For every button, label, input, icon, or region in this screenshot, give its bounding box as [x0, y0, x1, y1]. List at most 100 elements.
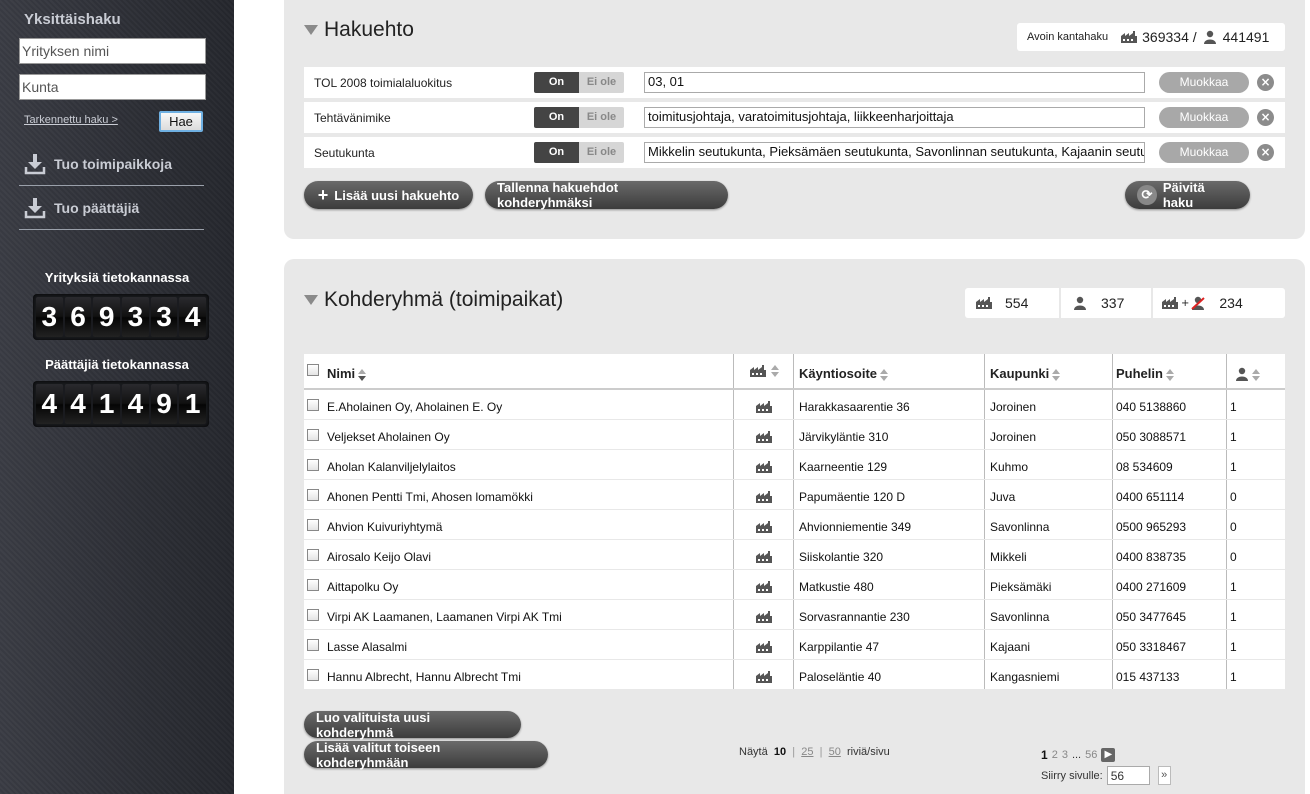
company-name[interactable]: Aittapolku Oy	[327, 580, 398, 594]
company-name[interactable]: Hannu Albrecht, Hannu Albrecht Tmi	[327, 670, 521, 684]
import-locations-button[interactable]: Tuo toimipaikkoja	[19, 142, 204, 186]
criteria-value-field[interactable]: 03, 01	[644, 72, 1145, 93]
company-name[interactable]: Lasse Alasalmi	[327, 640, 407, 654]
table-row[interactable]: Veljekset Aholainen Oy Järvikyläntie 310 J…	[304, 420, 1285, 450]
target-stats: 554 337 + 234	[965, 288, 1285, 318]
company-name[interactable]: Veljekset Aholainen Oy	[327, 430, 450, 444]
page-size-option[interactable]: 10	[774, 746, 786, 758]
row-checkbox[interactable]	[307, 609, 319, 621]
city-column-header[interactable]: Kaupunki	[985, 354, 1113, 388]
pagination: 1 2 3 ... 56 ▶	[1041, 748, 1116, 762]
address-cell: Kaarneentie 129	[794, 450, 985, 479]
table-row[interactable]: Ahonen Pentti Tmi, Ahosen lomamökki Papum…	[304, 480, 1285, 510]
row-checkbox[interactable]	[307, 639, 319, 651]
goto-page-input[interactable]: 56	[1106, 766, 1150, 785]
city-cell: Savonlinna	[985, 510, 1113, 539]
remove-icon[interactable]: ×	[1257, 74, 1274, 91]
toggle-on[interactable]: On	[534, 72, 579, 93]
company-name[interactable]: Airosalo Keijo Olavi	[327, 550, 431, 564]
factory-icon	[755, 460, 772, 473]
sort-icon	[771, 365, 779, 377]
type-cell	[734, 540, 794, 569]
advanced-search-link[interactable]: Tarkennettu haku >	[24, 114, 118, 126]
row-checkbox[interactable]	[307, 579, 319, 591]
page-link[interactable]: 2	[1052, 749, 1058, 761]
create-group-button[interactable]: Luo valituista uusi kohderyhmä	[304, 710, 521, 740]
toggle-on[interactable]: On	[534, 142, 579, 163]
company-name-input[interactable]: Yrityksen nimi	[19, 38, 206, 64]
row-checkbox[interactable]	[307, 399, 319, 411]
remove-icon[interactable]: ×	[1257, 144, 1274, 161]
table-row[interactable]: Aittapolku Oy Matkustie 480 Pieksämäki 0400…	[304, 570, 1285, 600]
toggle-off[interactable]: Ei ole	[579, 72, 624, 93]
save-criteria-button[interactable]: Tallenna hakuehdot kohderyhmäksi	[485, 180, 728, 210]
table-row[interactable]: Lasse Alasalmi Karppilantie 47 Kajaani 050 …	[304, 630, 1285, 660]
company-name[interactable]: Virpi AK Laamanen, Laamanen Virpi AK Tmi	[327, 610, 562, 624]
row-checkbox[interactable]	[307, 429, 319, 441]
person-count: 441491	[1222, 29, 1270, 45]
company-name[interactable]: Ahvion Kuivuriyhtymä	[327, 520, 442, 534]
type-cell	[734, 570, 794, 599]
next-page-icon[interactable]: ▶	[1101, 748, 1116, 762]
table-row[interactable]: E.Aholainen Oy, Aholainen E. Oy Harakkasa…	[304, 390, 1285, 420]
search-button[interactable]: Hae	[159, 111, 203, 132]
refresh-search-button[interactable]: ⟳ Päivitä haku	[1125, 180, 1250, 210]
page-link[interactable]: 1	[1041, 748, 1048, 762]
on-off-toggle[interactable]: On Ei ole	[534, 142, 624, 163]
type-column-header[interactable]	[734, 354, 794, 388]
on-off-toggle[interactable]: On Ei ole	[534, 72, 624, 93]
edit-button[interactable]: Muokkaa	[1159, 72, 1249, 93]
company-name[interactable]: Aholan Kalanviljelylaitos	[327, 460, 456, 474]
remove-icon[interactable]: ×	[1257, 109, 1274, 126]
criteria-title[interactable]: Hakuehto	[304, 18, 414, 42]
city-input[interactable]: Kunta	[19, 74, 206, 100]
type-cell	[734, 510, 794, 539]
phone-cell: 015 437133	[1113, 660, 1227, 689]
page-size-option[interactable]: 50	[829, 746, 841, 758]
address-column-header[interactable]: Käyntiosoite	[794, 354, 985, 388]
persons-count: 337	[1101, 295, 1125, 311]
toggle-on[interactable]: On	[534, 107, 579, 128]
table-row[interactable]: Hannu Albrecht, Hannu Albrecht Tmi Palose…	[304, 660, 1285, 690]
city-cell: Kangasniemi	[985, 660, 1113, 689]
row-checkbox[interactable]	[307, 489, 319, 501]
edit-button[interactable]: Muokkaa	[1159, 107, 1249, 128]
toggle-off[interactable]: Ei ole	[579, 142, 624, 163]
table-row[interactable]: Airosalo Keijo Olavi Siiskolantie 320 Mikk…	[304, 540, 1285, 570]
goto-page-button[interactable]: »	[1157, 766, 1171, 785]
edit-button[interactable]: Muokkaa	[1159, 142, 1249, 163]
company-name[interactable]: E.Aholainen Oy, Aholainen E. Oy	[327, 400, 502, 414]
sort-icon	[1052, 369, 1061, 381]
factory-icon	[755, 430, 772, 443]
company-name[interactable]: Ahonen Pentti Tmi, Ahosen lomamökki	[327, 490, 533, 504]
page-link[interactable]: 3	[1062, 749, 1068, 761]
address-column-label: Käyntiosoite	[799, 366, 878, 381]
toggle-off[interactable]: Ei ole	[579, 107, 624, 128]
add-to-group-button[interactable]: Lisää valitut toiseen kohderyhmään	[304, 740, 548, 770]
row-checkbox[interactable]	[307, 549, 319, 561]
criteria-value-field[interactable]: Mikkelin seutukunta, Pieksämäen seutukun…	[644, 142, 1145, 163]
add-criteria-button[interactable]: + Lisää uusi hakuehto	[304, 181, 473, 209]
criteria-panel: Hakuehto Avoin kantahaku 369334 / 441491…	[284, 0, 1305, 239]
persons-cell: 0	[1230, 550, 1237, 564]
row-checkbox[interactable]	[307, 519, 319, 531]
phone-column-header[interactable]: Puhelin	[1113, 354, 1227, 388]
page-size-option[interactable]: 25	[801, 746, 813, 758]
row-checkbox[interactable]	[307, 669, 319, 681]
on-off-toggle[interactable]: On Ei ole	[534, 107, 624, 128]
page-link[interactable]: 56	[1085, 749, 1097, 761]
criteria-value-field[interactable]: toimitusjohtaja, varatoimitusjohtaja, li…	[644, 107, 1145, 128]
table-row[interactable]: Aholan Kalanviljelylaitos Kaarneentie 129…	[304, 450, 1285, 480]
select-all-checkbox[interactable]	[307, 364, 319, 376]
table-row[interactable]: Virpi AK Laamanen, Laamanen Virpi AK Tmi…	[304, 600, 1285, 630]
row-checkbox[interactable]	[307, 459, 319, 471]
criteria-row: TOL 2008 toimialaluokitus On Ei ole 03, …	[304, 67, 1285, 98]
goto-label: Siirry sivulle:	[1041, 769, 1103, 782]
table-row[interactable]: Ahvion Kuivuriyhtymä Ahvionniementie 349 S…	[304, 510, 1285, 540]
persons-cell: 0	[1230, 520, 1237, 534]
target-title[interactable]: Kohderyhmä (toimipaikat)	[304, 288, 563, 312]
name-column-header[interactable]: Nimi	[304, 354, 734, 388]
import-decision-makers-button[interactable]: Tuo päättäjiä	[19, 186, 204, 230]
persons-column-header[interactable]	[1227, 354, 1285, 388]
factory-icon	[1121, 31, 1138, 43]
